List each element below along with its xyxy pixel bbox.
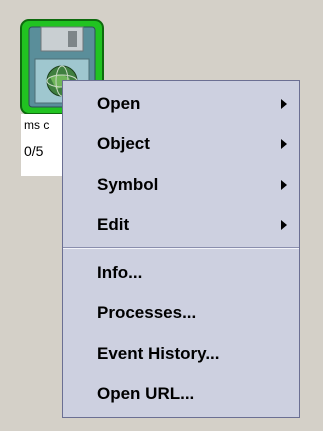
node-name-label: ms c bbox=[24, 118, 50, 132]
menu-item-edit[interactable]: Edit bbox=[63, 205, 299, 245]
chevron-right-icon bbox=[281, 220, 287, 230]
menu-item-label: Object bbox=[97, 134, 150, 153]
menu-item-label: Symbol bbox=[97, 175, 159, 194]
menu-item-label: Event History... bbox=[97, 344, 220, 363]
menu-item-event-history[interactable]: Event History... bbox=[63, 334, 299, 374]
menu-item-open[interactable]: Open bbox=[63, 84, 299, 124]
menu-item-object[interactable]: Object bbox=[63, 124, 299, 164]
menu-item-label: Info... bbox=[97, 263, 143, 282]
menu-item-label: Open bbox=[97, 94, 141, 113]
menu-item-label: Edit bbox=[97, 215, 130, 234]
menu-item-processes[interactable]: Processes... bbox=[63, 293, 299, 333]
node-count-label: 0/5 bbox=[24, 143, 44, 159]
map-canvas[interactable]: ms c 0/5 Open Object Symbol Edit Info...… bbox=[0, 0, 323, 431]
chevron-right-icon bbox=[281, 99, 287, 109]
chevron-right-icon bbox=[281, 139, 287, 149]
menu-separator bbox=[63, 247, 299, 249]
menu-item-label: Processes... bbox=[97, 303, 197, 322]
menu-item-label: Open URL... bbox=[97, 384, 195, 403]
menu-item-symbol[interactable]: Symbol bbox=[63, 165, 299, 205]
menu-item-info[interactable]: Info... bbox=[63, 253, 299, 293]
chevron-right-icon bbox=[281, 180, 287, 190]
context-menu: Open Object Symbol Edit Info... Processe… bbox=[62, 80, 300, 418]
menu-item-open-url[interactable]: Open URL... bbox=[63, 374, 299, 414]
